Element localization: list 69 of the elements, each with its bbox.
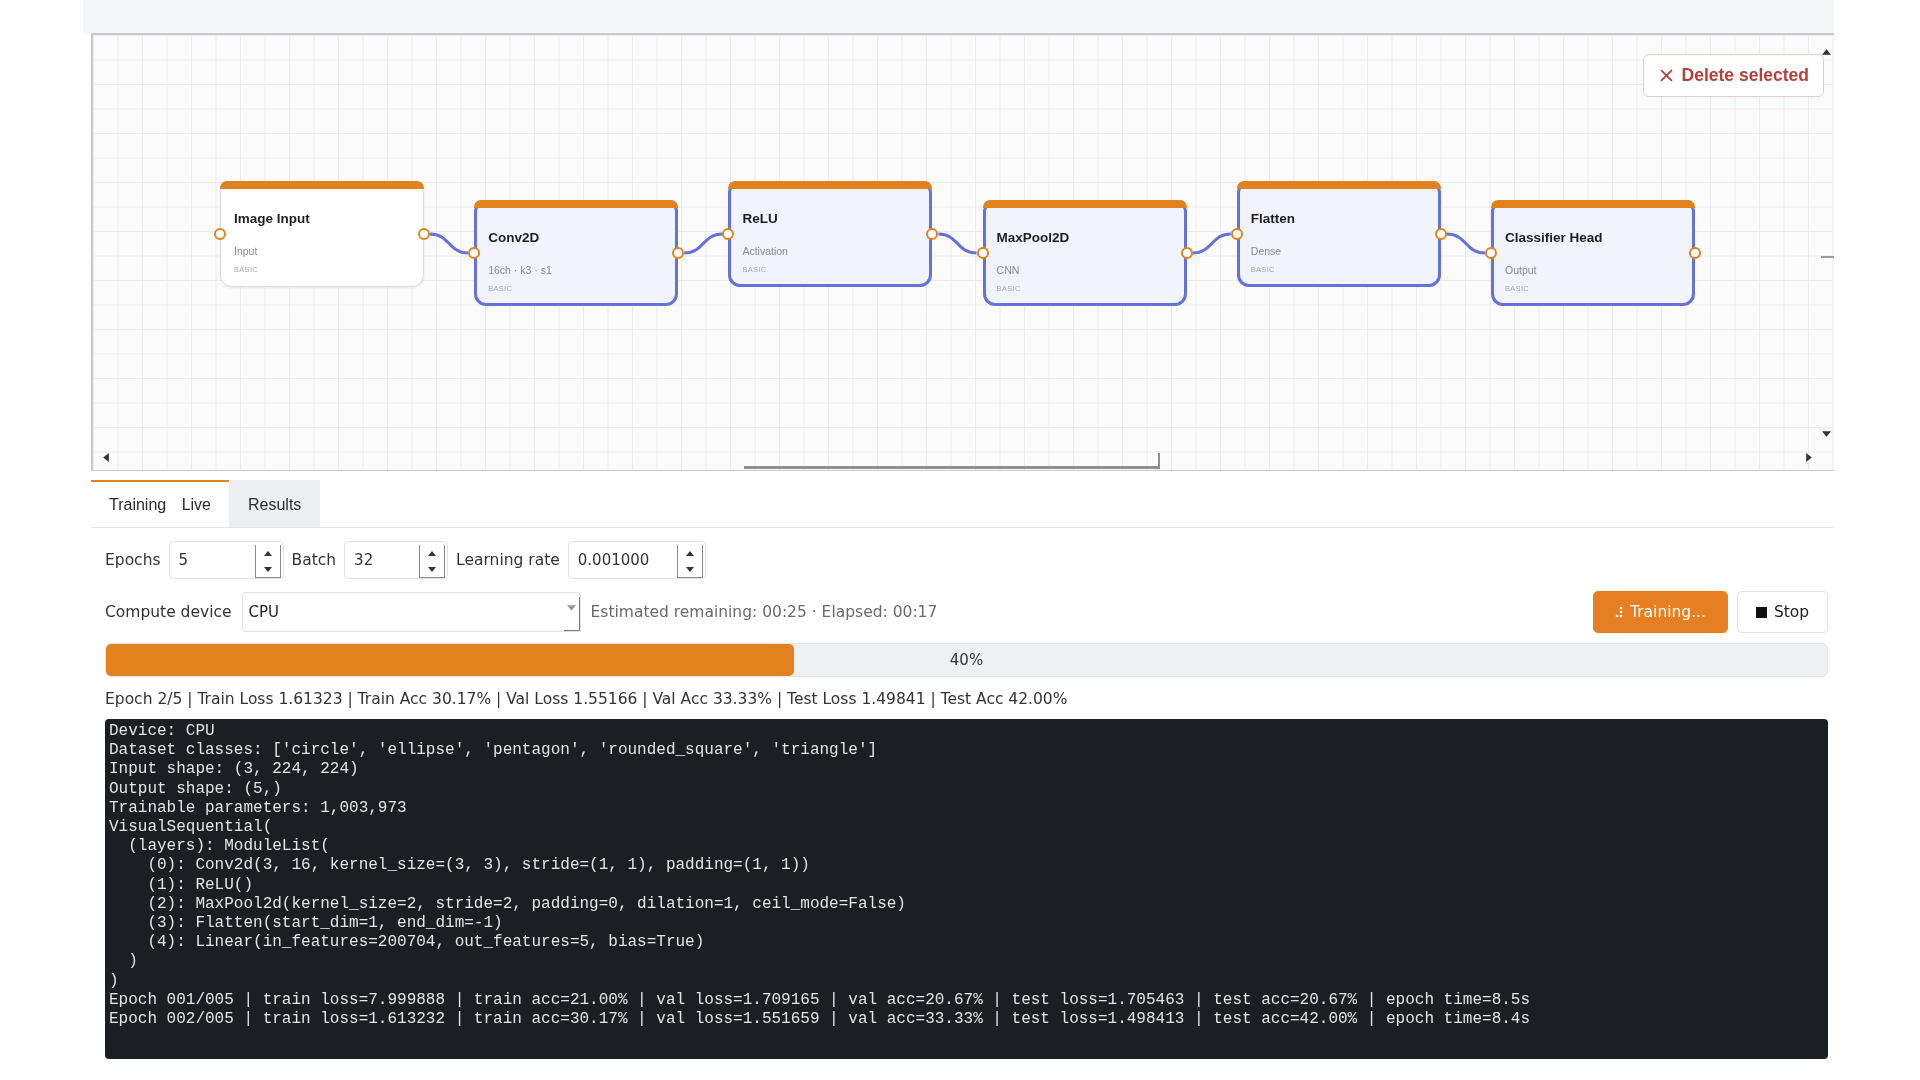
port-handle[interactable] — [468, 247, 481, 259]
progress-reading: 40% — [949, 651, 984, 669]
port-handle[interactable] — [1485, 247, 1497, 259]
timing-text: Estimated remaining: 00:25 · Elapsed: 00:17 — [590, 603, 938, 621]
connector-edge — [684, 232, 723, 255]
console-line: Input shape: (3, 224, 224) — [109, 760, 359, 780]
step-down-icon[interactable] — [428, 566, 437, 572]
console-line: (0): Conv2d(3, 16, kernel_size=(3, 3), stride=(1, 1), padding=(1, 1)) — [146, 856, 810, 876]
console-line: (layers): ModuleList( — [127, 837, 330, 857]
dropdown-arrow-icon — [566, 605, 576, 611]
port-handle[interactable] — [1230, 228, 1243, 240]
node-title: MaxPool2D — [996, 229, 1070, 247]
scroll-left-arrow-icon[interactable] — [103, 453, 109, 462]
node-subtitle: Dense — [1250, 245, 1282, 257]
stop-button[interactable]: Stop — [1737, 591, 1828, 633]
console-line: Dataset classes: ['circle', 'ellipse', 'pentagon', 'rounded_square', 'triangle'] — [109, 741, 878, 761]
console-line: Epoch 001/005 | train loss=7.999888 | train acc=21.00% | val loss=1.709165 | val acc=20.67% | test loss=1.705463 | test acc=20.67% | epoch time=8.5s — [109, 990, 1531, 1011]
delete-selected-button[interactable]: Delete selected — [1642, 54, 1824, 97]
port-handle[interactable] — [214, 228, 226, 240]
console-line: (2): MaxPool2d(kernel_size=2, stride=2, padding=0, dilation=1, ceil_mode=False) — [146, 894, 906, 915]
console-line: ) — [127, 952, 138, 972]
connector-edge — [1192, 232, 1231, 255]
console-line: (1): ReLU() — [146, 875, 254, 895]
port-handle[interactable] — [976, 247, 989, 259]
device-select[interactable]: CPU — [241, 592, 581, 632]
node-title: ReLU — [742, 210, 778, 228]
field-label: Learning rate — [456, 551, 560, 569]
spinner-icon — [1615, 606, 1623, 618]
console-line: (3): Flatten(start_dim=1, end_dim=-1) — [146, 914, 503, 934]
node-subtitle: CNN — [996, 264, 1020, 276]
epoch-summary: Epoch 2/5 | Train Loss 1.61323 | Train Acc 30.17% | Val Loss 1.55166 | Val Acc 33.33% | Test Loss 1.49841 | Test Acc 42.00% — [105, 689, 1068, 709]
console-line: Device: CPU — [109, 722, 215, 742]
node-subtitle: Activation — [742, 245, 788, 257]
close-icon — [1659, 69, 1673, 82]
vertical-scrollbar-thumb[interactable] — [1821, 256, 1834, 258]
node-title: Conv2D — [488, 229, 540, 247]
horizontal-scrollbar-thumb[interactable] — [744, 453, 1160, 469]
field-label: Compute device — [105, 603, 232, 621]
connector-edge — [1446, 232, 1486, 255]
field-label: Batch — [291, 551, 337, 569]
step-down-icon[interactable] — [685, 566, 694, 572]
step-up-icon[interactable] — [263, 550, 272, 556]
field-label: Epochs — [105, 551, 161, 569]
step-down-icon[interactable] — [263, 566, 272, 572]
step-up-icon[interactable] — [428, 550, 437, 556]
console-line: (4): Linear(in_features=200704, out_features=5, bias=True) — [146, 933, 705, 953]
console-line: ) — [109, 971, 119, 991]
spin-field[interactable]: 5 — [168, 541, 284, 579]
node-subtitle: Output — [1505, 264, 1537, 276]
scroll-right-arrow-icon[interactable] — [1806, 453, 1812, 462]
node-subtitle: Input — [234, 245, 258, 257]
tab[interactable]: Results — [229, 480, 321, 527]
console-line: Epoch 002/005 | train loss=1.613232 | train acc=30.17% | val loss=1.551659 | val acc=33.33% | test loss=1.498413 | test acc=42.00% | epoch time=8.4s — [109, 1010, 1531, 1030]
node-title: Flatten — [1250, 210, 1296, 228]
console-line: Output shape: (5,) — [109, 779, 282, 799]
spin-field[interactable]: 32 — [344, 541, 449, 579]
connector-edge — [938, 232, 977, 255]
scroll-down-arrow-icon[interactable] — [1822, 431, 1831, 437]
connector-edge — [429, 232, 469, 255]
console-line: VisualSequential( — [109, 818, 273, 838]
stop-icon — [1755, 606, 1767, 618]
scroll-up-arrow-icon[interactable] — [1822, 49, 1831, 55]
node-title: Classifier Head — [1505, 229, 1603, 247]
port-handle[interactable] — [722, 228, 735, 240]
node-title: Image Input — [234, 210, 310, 228]
spin-field[interactable]: 0.001000 — [567, 541, 706, 579]
step-up-icon[interactable] — [685, 550, 694, 556]
node-subtitle: 16ch · k3 · s1 — [488, 264, 552, 276]
console-line: Trainable parameters: 1,003,973 — [109, 798, 407, 818]
